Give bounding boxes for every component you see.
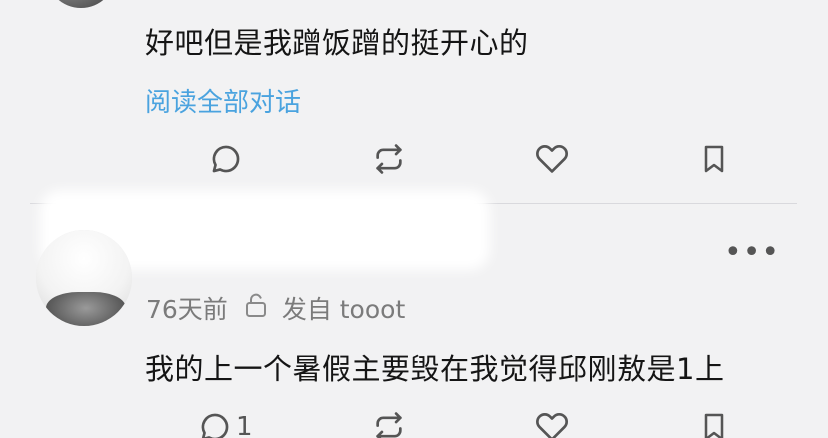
favourite-button[interactable] [534,142,570,176]
more-dots-icon: ••• [724,235,781,270]
post-actions: 1 [0,408,828,438]
bookmark-button[interactable] [698,142,730,176]
reply-button[interactable]: 1 [198,410,253,438]
favourite-button[interactable] [534,410,570,438]
boost-icon [372,142,406,176]
bookmark-icon [698,142,730,176]
boost-button[interactable] [372,410,406,438]
avatar[interactable] [36,230,132,326]
heart-icon [534,410,570,438]
post-content: 好吧但是我蹭饭蹭的挺开心的 [145,26,529,60]
reply-button[interactable] [209,142,243,176]
bookmark-icon [698,410,730,438]
read-full-conversation-link[interactable]: 阅读全部对话 [145,82,301,119]
boost-icon [372,410,406,438]
heart-icon [534,142,570,176]
bookmark-button[interactable] [698,410,730,438]
post-meta: 76天前 发自 tooot [146,290,405,326]
timeline: 好吧但是我蹭饭蹭的挺开心的 阅读全部对话 ••• 76天前 发自 tooot 我… [0,0,828,438]
more-options-button[interactable]: ••• [724,238,780,268]
reply-count: 1 [236,412,253,438]
post-content: 我的上一个暑假主要毁在我觉得邱刚敖是1上 [145,352,725,386]
reply-icon [198,410,232,438]
post-application[interactable]: 发自 tooot [282,290,405,326]
post-time[interactable]: 76天前 [146,290,228,326]
avatar[interactable] [46,0,116,8]
reply-icon [209,142,243,176]
post-actions [0,140,828,180]
lock-icon [244,292,268,324]
boost-button[interactable] [372,142,406,176]
